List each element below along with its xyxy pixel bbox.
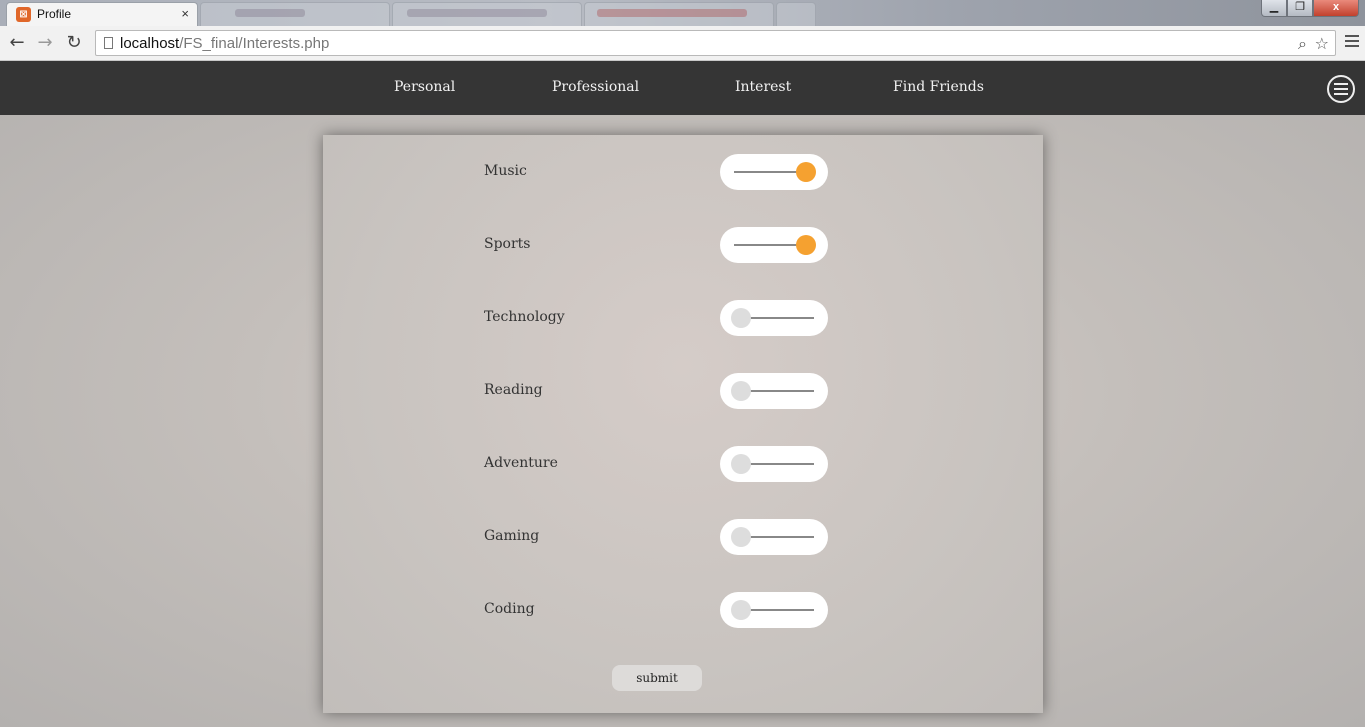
address-bar[interactable]: localhost/FS_final/Interests.php ⌕ ☆ [95, 30, 1336, 56]
site-nav: Personal Professional Interest Find Frie… [0, 61, 1365, 115]
interest-row: Gaming [323, 519, 1043, 555]
interest-toggle[interactable] [720, 592, 828, 628]
toggle-knob-off[interactable] [731, 454, 751, 474]
minimize-button[interactable]: ▁ [1261, 0, 1287, 17]
interest-label: Technology [484, 309, 565, 325]
xampp-favicon-icon: ⊠ [16, 7, 31, 22]
interest-toggle[interactable] [720, 446, 828, 482]
toggle-knob-off[interactable] [731, 527, 751, 547]
toggle-knob-off[interactable] [731, 381, 751, 401]
reload-icon[interactable]: ↻ [63, 32, 85, 54]
interest-row: Sports [323, 227, 1043, 263]
nav-interest[interactable]: Interest [735, 79, 791, 95]
interest-label: Coding [484, 601, 535, 617]
page-icon [104, 37, 113, 49]
tab-close-icon[interactable]: × [181, 6, 189, 21]
interests-panel: Music Sports Technology Reading Adventur… [323, 135, 1043, 713]
toggle-knob-on[interactable] [796, 162, 816, 182]
window-controls: ▁ ❐ x [1261, 0, 1359, 18]
new-tab-button[interactable] [776, 2, 816, 26]
submit-button[interactable]: submit [612, 665, 702, 691]
interest-toggle[interactable] [720, 227, 828, 263]
interest-toggle[interactable] [720, 519, 828, 555]
toggle-knob-on[interactable] [796, 235, 816, 255]
interest-label: Gaming [484, 528, 540, 544]
nav-professional[interactable]: Professional [552, 79, 639, 95]
maximize-button[interactable]: ❐ [1287, 0, 1313, 17]
search-icon[interactable]: ⌕ [1298, 34, 1307, 54]
forward-arrow-icon[interactable]: → [34, 32, 56, 54]
interest-row: Technology [323, 300, 1043, 336]
interest-label: Music [484, 163, 527, 179]
interest-toggle[interactable] [720, 300, 828, 336]
browser-menu-icon[interactable] [1345, 35, 1359, 50]
nav-personal[interactable]: Personal [394, 79, 455, 95]
toggle-knob-off[interactable] [731, 600, 751, 620]
nav-find-friends[interactable]: Find Friends [893, 79, 984, 95]
tab-background-3[interactable] [584, 2, 774, 26]
interest-toggle[interactable] [720, 154, 828, 190]
url-text: localhost/FS_final/Interests.php [120, 35, 330, 52]
blurred-tab-title [407, 9, 547, 17]
tab-profile[interactable]: ⊠ Profile × [6, 2, 198, 26]
star-icon[interactable]: ☆ [1315, 34, 1329, 53]
interest-toggle[interactable] [720, 373, 828, 409]
browser-titlebar: ⊠ Profile × ▁ ❐ x [0, 0, 1365, 26]
blurred-tab-title [597, 9, 747, 17]
blurred-tab-title [235, 9, 305, 17]
interest-label: Sports [484, 236, 531, 252]
close-window-button[interactable]: x [1313, 0, 1359, 17]
tab-background-2[interactable] [392, 2, 582, 26]
interest-label: Reading [484, 382, 543, 398]
browser-toolbar: ← → ↻ localhost/FS_final/Interests.php ⌕… [0, 26, 1365, 61]
back-arrow-icon[interactable]: ← [6, 32, 28, 54]
interest-row: Reading [323, 373, 1043, 409]
interest-label: Adventure [484, 455, 558, 471]
toggle-knob-off[interactable] [731, 308, 751, 328]
tab-title: Profile [37, 7, 72, 21]
hamburger-menu-icon[interactable] [1327, 75, 1355, 103]
interest-row: Adventure [323, 446, 1043, 482]
interest-row: Music [323, 154, 1043, 190]
interest-row: Coding [323, 592, 1043, 628]
tab-background-1[interactable] [200, 2, 390, 26]
page-content: Music Sports Technology Reading Adventur… [0, 115, 1365, 727]
